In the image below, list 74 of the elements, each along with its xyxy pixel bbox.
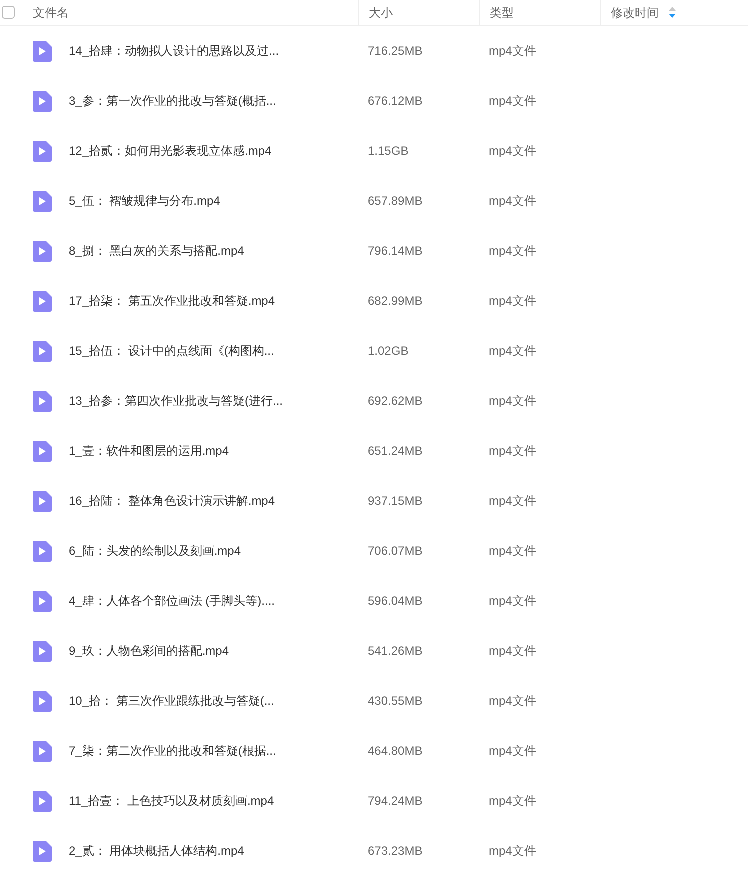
file-size: 596.04MB [368,593,423,610]
file-name[interactable]: 6_陆：头发的绘制以及刻画.mp4 [69,542,242,560]
video-file-icon [33,340,52,362]
file-size: 651.24MB [368,443,423,460]
file-name[interactable]: 2_贰： 用体块概括人体结构.mp4 [69,842,244,860]
column-header[interactable]: 文件名 [33,4,69,22]
file-name[interactable]: 13_拾参：第四次作业批改与答疑(进行... [69,392,284,410]
sort-icon[interactable] [669,7,676,18]
file-size: 706.07MB [368,543,423,560]
column-header[interactable]: 大小 [369,4,393,22]
file-type: mp4文件 [489,543,536,560]
file-name[interactable]: 8_捌： 黑白灰的关系与搭配.mp4 [69,242,244,260]
video-file-icon [33,190,52,212]
file-name[interactable]: 11_拾壹： 上色技巧以及材质刻画.mp4 [69,792,274,810]
file-size: 716.25MB [368,43,423,60]
file-size: 673.23MB [368,843,423,860]
file-name[interactable]: 10_拾： 第三次作业跟练批改与答疑(... [69,692,274,710]
video-file-icon [33,440,52,462]
file-name[interactable]: 17_拾柒： 第五次作业批改和答疑.mp4 [69,292,276,310]
video-file-icon [33,290,52,312]
file-type: mp4文件 [489,393,536,410]
video-file-icon [33,840,52,862]
file-name[interactable]: 14_拾肆：动物拟人设计的思路以及过... [69,42,280,60]
file-name[interactable]: 9_玖：人物色彩间的搭配.mp4 [69,642,230,660]
video-file-icon [33,540,52,562]
file-size: 430.55MB [368,693,423,710]
file-size: 937.15MB [368,493,423,510]
file-type: mp4文件 [489,243,536,260]
video-file-icon [33,590,52,612]
file-size: 682.99MB [368,293,423,310]
file-type: mp4文件 [489,293,536,310]
file-type: mp4文件 [489,343,536,360]
video-file-icon [33,140,52,162]
column-header[interactable]: 修改时间 [611,4,659,22]
file-type: mp4文件 [489,143,536,160]
select-all-checkbox[interactable] [2,6,15,19]
video-file-icon [33,790,52,812]
file-type: mp4文件 [489,643,536,660]
file-size: 796.14MB [368,243,423,260]
column-header[interactable]: 类型 [490,4,514,22]
file-name[interactable]: 12_拾贰：如何用光影表现立体感.mp4 [69,142,272,160]
file-name[interactable]: 15_拾伍： 设计中的点线面《(构图构... [69,342,274,360]
file-size: 692.62MB [368,393,423,410]
file-name[interactable]: 3_参：第一次作业的批改与答疑(概括... [69,92,276,110]
file-type: mp4文件 [489,593,536,610]
video-file-icon [33,690,52,712]
file-type: mp4文件 [489,793,536,810]
file-name[interactable]: 16_拾陆： 整体角色设计演示讲解.mp4 [69,492,276,510]
file-size: 464.80MB [368,743,423,760]
video-file-icon [33,390,52,412]
video-file-icon [33,740,52,762]
file-size: 1.15GB [368,143,409,160]
video-file-icon [33,490,52,512]
file-type: mp4文件 [489,93,536,110]
file-type: mp4文件 [489,493,536,510]
file-size: 676.12MB [368,93,423,110]
file-size: 794.24MB [368,793,423,810]
file-size: 657.89MB [368,193,423,210]
file-size: 1.02GB [368,343,409,360]
video-file-icon [33,640,52,662]
file-name[interactable]: 7_柒：第二次作业的批改和答疑(根据... [69,742,276,760]
file-type: mp4文件 [489,693,536,710]
file-name[interactable]: 4_肆：人体各个部位画法 (手脚头等).... [69,592,276,610]
file-size: 541.26MB [368,643,423,660]
video-file-icon [33,240,52,262]
file-name[interactable]: 5_伍： 褶皱规律与分布.mp4 [69,192,220,210]
file-type: mp4文件 [489,743,536,760]
video-file-icon [33,90,52,112]
file-type: mp4文件 [489,193,536,210]
file-type: mp4文件 [489,843,536,860]
video-file-icon [33,40,52,62]
file-name[interactable]: 1_壹：软件和图层的运用.mp4 [69,442,230,460]
file-type: mp4文件 [489,43,536,60]
file-type: mp4文件 [489,443,536,460]
